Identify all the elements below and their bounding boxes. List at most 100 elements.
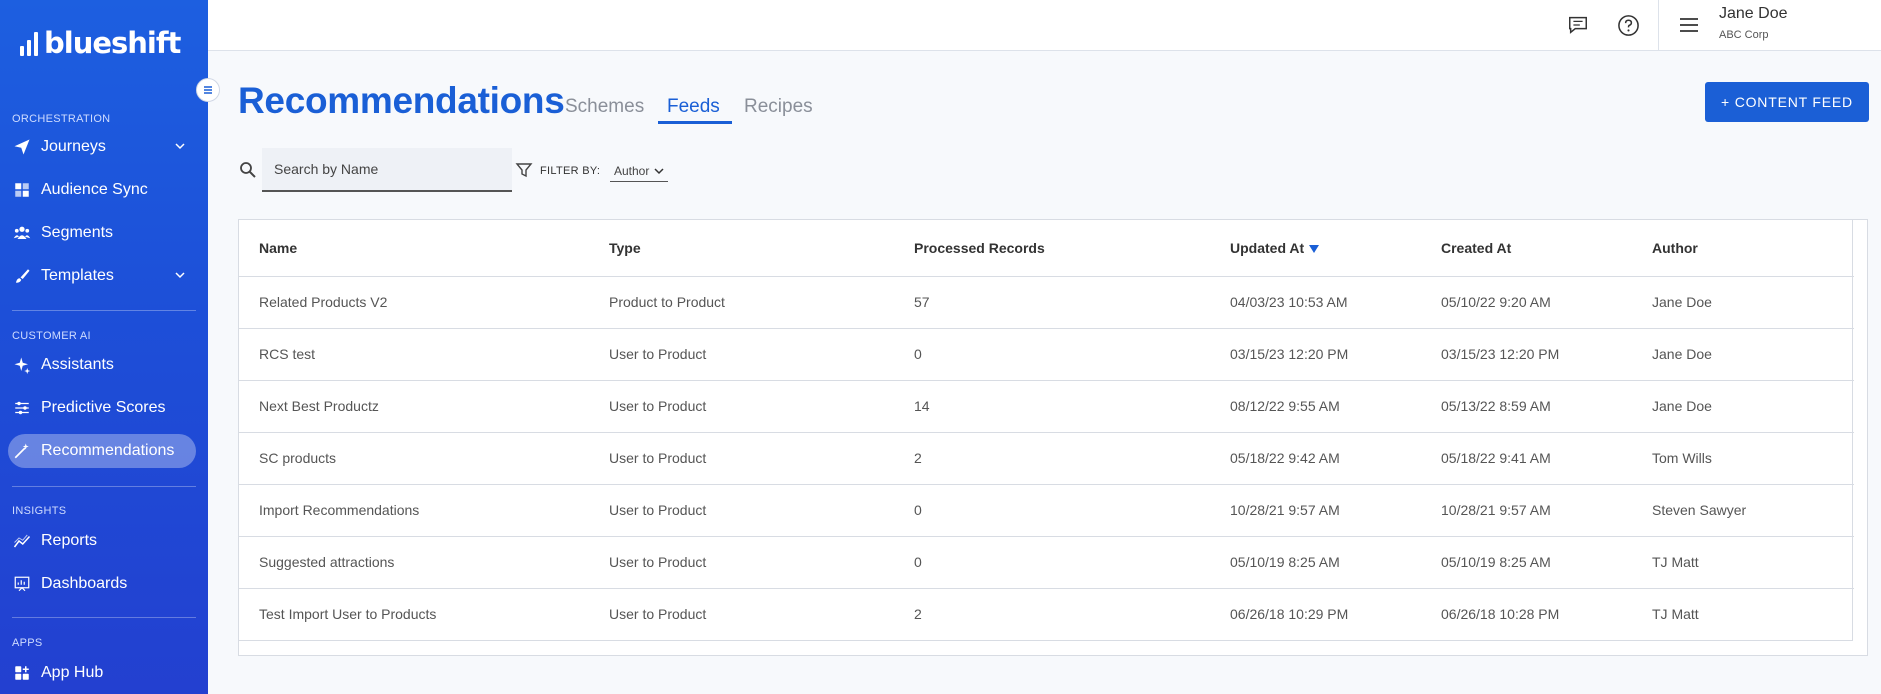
filter-by-label: FILTER BY: <box>540 165 601 177</box>
cell-updated-at: 03/15/23 12:20 PM <box>1210 328 1421 381</box>
cell-type: User to Product <box>589 328 894 381</box>
cell-created-at: 10/28/21 9:57 AM <box>1421 484 1632 537</box>
tab-schemes[interactable]: Schemes <box>565 96 644 118</box>
brush-icon <box>12 266 32 286</box>
user-org: ABC Corp <box>1719 29 1769 41</box>
sidebar-collapse-button[interactable] <box>196 78 220 102</box>
table-bottom-border <box>239 640 1853 641</box>
column-header-author[interactable]: Author <box>1632 220 1854 277</box>
sidebar-divider <box>12 486 196 487</box>
cell-created-at: 05/10/19 8:25 AM <box>1421 536 1632 589</box>
sidebar-item-audience-sync[interactable]: Audience Sync <box>8 173 196 207</box>
column-header-updated-at[interactable]: Updated At <box>1210 220 1421 277</box>
feeds-table: Name Type Processed Records Updated At C… <box>238 219 1868 656</box>
sidebar-item-segments[interactable]: Segments <box>8 216 196 250</box>
hamburger-menu-icon[interactable] <box>1677 13 1701 37</box>
sidebar-item-app-hub[interactable]: App Hub <box>8 656 196 690</box>
dashboard-icon <box>12 574 32 594</box>
cell-processed-records: 14 <box>894 380 1210 433</box>
column-header-processed-records[interactable]: Processed Records <box>894 220 1210 277</box>
cell-author: Jane Doe <box>1632 380 1854 433</box>
chat-icon[interactable] <box>1566 13 1590 37</box>
search-input[interactable] <box>262 148 512 190</box>
table-row[interactable]: RCS test User to Product 0 03/15/23 12:20 P… <box>239 328 1854 381</box>
table-row[interactable]: Related Products V2 Product to Product 57 0… <box>239 276 1854 329</box>
cell-author: Tom Wills <box>1632 432 1854 485</box>
grid-plus-icon <box>12 663 32 683</box>
sidebar-item-templates[interactable]: Templates <box>8 259 196 293</box>
logo-text: blueshift <box>44 26 181 60</box>
table-row[interactable]: Suggested attractions User to Product 0 05/… <box>239 536 1854 589</box>
cell-name[interactable]: Suggested attractions <box>239 536 589 589</box>
cell-created-at: 05/18/22 9:41 AM <box>1421 432 1632 485</box>
column-header-type[interactable]: Type <box>589 220 894 277</box>
cell-author: Jane Doe <box>1632 328 1854 381</box>
cell-updated-at: 10/28/21 9:57 AM <box>1210 484 1421 537</box>
cell-processed-records: 2 <box>914 606 922 623</box>
cell-processed-records: 0 <box>894 536 1210 589</box>
table-row[interactable]: SC products User to Product 2 05/18/22 9:42… <box>239 432 1854 485</box>
cell-processed-records: 2 <box>894 432 1210 485</box>
cell-name[interactable]: Import Recommendations <box>239 484 589 537</box>
add-content-feed-button[interactable]: + CONTENT FEED <box>1705 82 1869 122</box>
cell-type: User to Product <box>589 484 894 537</box>
cell-author: TJ Matt <box>1652 606 1699 623</box>
sidebar-item-journeys[interactable]: Journeys <box>8 130 196 164</box>
chevron-down-icon <box>654 167 664 174</box>
column-header-name[interactable]: Name <box>239 220 589 277</box>
tab-recipes[interactable]: Recipes <box>744 96 813 118</box>
sidebar-item-dashboards[interactable]: Dashboards <box>8 567 196 601</box>
logo-bars-icon <box>20 30 38 56</box>
cell-updated-at: 06/26/18 10:29 PM <box>1230 606 1349 623</box>
cell-type: User to Product <box>589 432 894 485</box>
cell-processed-records: 0 <box>894 328 1210 381</box>
cell-updated-at: 05/10/19 8:25 AM <box>1210 536 1421 589</box>
cell-name[interactable]: SC products <box>239 432 589 485</box>
sidebar-item-label: Reports <box>41 532 98 549</box>
filter-icon <box>515 163 533 178</box>
cell-name[interactable]: Related Products V2 <box>239 276 589 329</box>
sidebar-divider <box>12 617 196 618</box>
sidebar-item-assistants[interactable]: Assistants <box>8 348 196 382</box>
topbar-divider <box>1658 0 1659 51</box>
table-row[interactable]: Next Best Productz User to Product 14 08/12… <box>239 380 1854 433</box>
sidebar-item-label: Segments <box>41 224 114 241</box>
menu-lines-icon <box>204 86 212 94</box>
sidebar-divider <box>12 310 196 311</box>
top-bar: Jane Doe ABC Corp <box>208 0 1881 51</box>
cell-author: TJ Matt <box>1632 536 1854 589</box>
cell-updated-at: 04/03/23 10:53 AM <box>1210 276 1421 329</box>
cell-name[interactable]: Next Best Productz <box>239 380 589 433</box>
puzzle-icon <box>12 180 32 200</box>
table-header-row: Name Type Processed Records Updated At C… <box>239 220 1854 277</box>
column-header-created-at[interactable]: Created At <box>1421 220 1632 277</box>
table-scroll-edge <box>1852 220 1853 640</box>
cell-type: User to Product <box>589 536 894 589</box>
page-title: Recommendations <box>238 80 565 121</box>
cell-name[interactable]: Test Import User to Products <box>239 588 589 640</box>
cell-author: Jane Doe <box>1632 276 1854 329</box>
sidebar-item-predictive-scores[interactable]: Predictive Scores <box>8 391 196 425</box>
sliders-icon <box>12 398 32 418</box>
sidebar-item-reports[interactable]: Reports <box>8 524 196 558</box>
sidebar-item-recommendations[interactable]: Recommendations <box>8 434 196 468</box>
blueshift-logo[interactable]: blueshift <box>20 26 181 60</box>
cell-created-at: 05/13/22 8:59 AM <box>1421 380 1632 433</box>
magic-wand-icon <box>12 441 32 461</box>
filter-select-value: Author <box>614 163 650 178</box>
help-icon[interactable] <box>1616 13 1640 37</box>
table-row[interactable]: Import Recommendations User to Product 0 10… <box>239 484 1854 537</box>
user-name[interactable]: Jane Doe <box>1719 5 1788 23</box>
cell-processed-records: 57 <box>894 276 1210 329</box>
sidebar-item-label: Dashboards <box>41 575 128 592</box>
cell-updated-at: 05/18/22 9:42 AM <box>1210 432 1421 485</box>
cell-name[interactable]: RCS test <box>239 328 589 381</box>
sidebar-item-label: Assistants <box>41 356 114 373</box>
author-filter-select[interactable]: Author <box>610 160 669 182</box>
section-insights: INSIGHTS <box>12 505 67 517</box>
search-icon <box>240 162 256 178</box>
section-orchestration: ORCHESTRATION <box>12 113 111 125</box>
tab-feeds[interactable]: Feeds <box>667 96 720 118</box>
cell-created-at: 05/10/22 9:20 AM <box>1421 276 1632 329</box>
table-row[interactable]: Test Import User to Products User to Prod… <box>239 588 1854 640</box>
